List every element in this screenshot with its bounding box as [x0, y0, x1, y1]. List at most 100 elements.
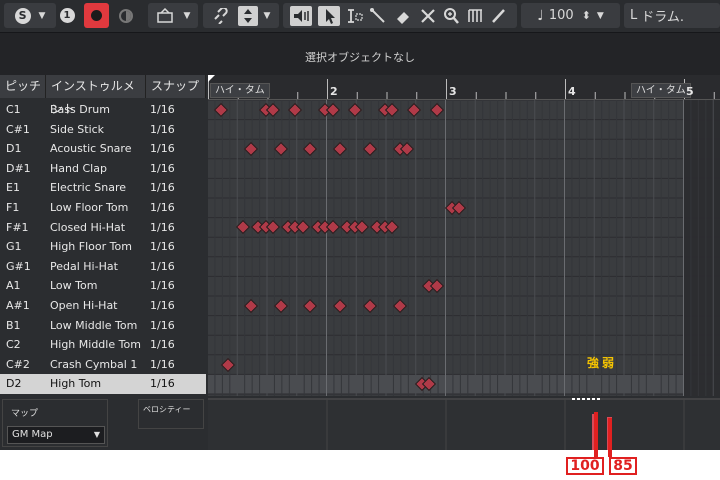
map-select[interactable]: GM Map ▼ — [7, 426, 105, 444]
velocity-callout-weak: 85 — [609, 457, 637, 475]
column-header-instrument[interactable]: インストゥルメント — [46, 75, 146, 116]
toolbar: S ▼ 1 ▼ ▼ ♩ 100 ⬍ ▼ L ドラム. — [0, 0, 720, 32]
tempo-step-icon[interactable]: ⬍ — [582, 9, 591, 22]
column-header-snap[interactable]: スナップ — [146, 75, 206, 98]
drum-editor: S ▼ 1 ▼ ▼ ♩ 100 ⬍ ▼ L ドラム. 選択オブジェクトなし ピッ… — [0, 0, 720, 450]
instrument-name: Crash Cymbal 1 — [50, 357, 138, 371]
instrument-pitch: A#1 — [6, 299, 30, 312]
part-icon[interactable] — [156, 7, 174, 24]
eraser-icon[interactable] — [392, 6, 416, 26]
instrument-row[interactable]: C#1 Side Stick 1/16 — [0, 120, 206, 140]
instrument-name: Acoustic Snare — [50, 142, 132, 156]
info-line: 選択オブジェクトなし — [0, 32, 720, 75]
one-button[interactable]: 1 — [58, 3, 76, 28]
status-text: 選択オブジェクトなし — [305, 51, 415, 64]
tempo-group: ♩ 100 ⬍ ▼ — [521, 3, 620, 28]
link-icon[interactable] — [212, 7, 230, 24]
instrument-snap: 1/16 — [150, 103, 175, 116]
instrument-pitch: C1 — [6, 103, 21, 116]
instrument-row[interactable]: G1 High Floor Tom 1/16 — [0, 237, 206, 257]
pencil-icon[interactable] — [488, 6, 510, 26]
mute-x-icon[interactable] — [416, 6, 440, 26]
instrument-name: Open Hi-Hat — [50, 299, 118, 312]
part-group: ▼ — [148, 3, 198, 28]
instrument-pitch: C2 — [6, 338, 21, 352]
velocity-grid — [208, 398, 720, 450]
instrument-snap: 1/16 — [150, 279, 175, 293]
velocity-label: ベロシティー — [143, 405, 191, 414]
instrument-row[interactable]: F#1 Closed Hi-Hat 1/16 — [0, 218, 206, 238]
instrument-name: High Tom — [50, 377, 102, 391]
instrument-pitch: E1 — [6, 181, 20, 195]
map-label: マップ — [11, 409, 39, 419]
chevron-down-icon[interactable]: ▼ — [597, 11, 604, 21]
instrument-pitch: A1 — [6, 279, 21, 293]
select-tool-button[interactable] — [318, 5, 340, 26]
velocity-lane[interactable] — [208, 398, 720, 450]
instrument-snap: 1/16 — [150, 240, 175, 254]
chevron-down-icon: ▼ — [93, 430, 100, 439]
instrument-row[interactable]: C2 High Middle Tom 1/16 — [0, 335, 206, 355]
drum-map-selector[interactable]: L ドラム. — [624, 3, 720, 28]
chevron-down-icon[interactable]: ▼ — [39, 11, 46, 21]
instrument-pitch: G1 — [6, 240, 22, 254]
callout-line-weak — [608, 418, 612, 457]
instrument-row[interactable]: C#2 Crash Cymbal 1 1/16 — [0, 355, 206, 375]
tempo-value[interactable]: 100 — [549, 8, 574, 23]
speaker-button[interactable] — [290, 5, 312, 26]
arrows-icon — [243, 8, 252, 23]
weak-label: 弱 — [602, 356, 615, 370]
link-group: ▼ — [203, 3, 279, 28]
instrument-snap: 1/16 — [150, 122, 175, 136]
draw-line-icon[interactable] — [366, 6, 392, 26]
ruler-marker-2[interactable]: ハイ・タム — [631, 83, 691, 98]
instrument-pitch: G#1 — [6, 259, 31, 273]
monitor-button[interactable] — [112, 3, 140, 28]
instrument-row[interactable]: A#1 Open Hi-Hat 1/16 — [0, 296, 206, 316]
cycle-start-icon — [208, 75, 215, 82]
map-box: マップ GM Map ▼ — [2, 399, 108, 447]
instrument-row[interactable]: E1 Electric Snare 1/16 — [0, 178, 206, 198]
ruler-marker-1[interactable]: ハイ・タム — [210, 83, 270, 98]
instrument-snap: 1/16 — [150, 338, 175, 352]
instrument-row[interactable]: F1 Low Floor Tom 1/16 — [0, 198, 206, 218]
record-button[interactable] — [84, 3, 109, 28]
instrument-name: High Floor Tom — [50, 240, 132, 254]
instrument-row[interactable]: D1 Acoustic Snare 1/16 — [0, 139, 206, 159]
instrument-row[interactable]: B1 Low Middle Tom 1/16 — [0, 316, 206, 336]
monitor-icon — [119, 8, 133, 23]
comb-icon[interactable] — [464, 6, 488, 26]
instrument-name: Electric Snare — [50, 181, 127, 195]
instrument-row[interactable]: A1 Low Tom 1/16 — [0, 276, 206, 296]
instrument-row[interactable]: C1 Bass Drum 1/16 — [0, 100, 206, 120]
instrument-name: Hand Clap — [50, 161, 107, 175]
instrument-name: Side Stick — [50, 122, 105, 136]
bar-number-2: 2 — [330, 85, 338, 98]
drum-map-label: ドラム. — [641, 10, 684, 25]
range-select-icon[interactable] — [344, 6, 366, 26]
solo-button[interactable]: S — [14, 7, 31, 24]
column-header-pitch[interactable]: ピッチ — [0, 75, 46, 98]
instrument-row[interactable]: G#1 Pedal Hi-Hat 1/16 — [0, 257, 206, 277]
zoom-icon[interactable] — [440, 6, 464, 26]
instrument-pitch: D1 — [6, 142, 22, 156]
instrument-snap: 1/16 — [150, 377, 175, 391]
bar-number-5: 5 — [686, 85, 694, 98]
auto-scroll-button[interactable] — [237, 5, 258, 26]
instrument-snap: 1/16 — [150, 142, 175, 156]
instrument-row[interactable]: D#1 Hand Clap 1/16 — [0, 159, 206, 179]
chevron-down-icon[interactable]: ▼ — [184, 11, 191, 21]
instrument-row[interactable]: D2 High Tom 1/16 — [0, 374, 206, 394]
velocity-callout-strong: 100 — [566, 457, 604, 475]
instrument-pitch: C#2 — [6, 357, 30, 371]
instrument-name: Low Middle Tom — [50, 318, 138, 332]
instrument-pitch: F1 — [6, 201, 20, 214]
note-grid[interactable] — [208, 100, 720, 396]
one-label: 1 — [59, 8, 75, 23]
instrument-pitch: D2 — [6, 377, 22, 391]
instrument-pitch: B1 — [6, 318, 21, 332]
ruler[interactable]: ハイ・タム ハイ・タム 2 3 4 5 — [208, 75, 720, 100]
map-panel: マップ GM Map ▼ ベロシティー — [0, 395, 206, 450]
chevron-down-icon[interactable]: ▼ — [264, 11, 271, 21]
instrument-pitch: F#1 — [6, 220, 29, 234]
